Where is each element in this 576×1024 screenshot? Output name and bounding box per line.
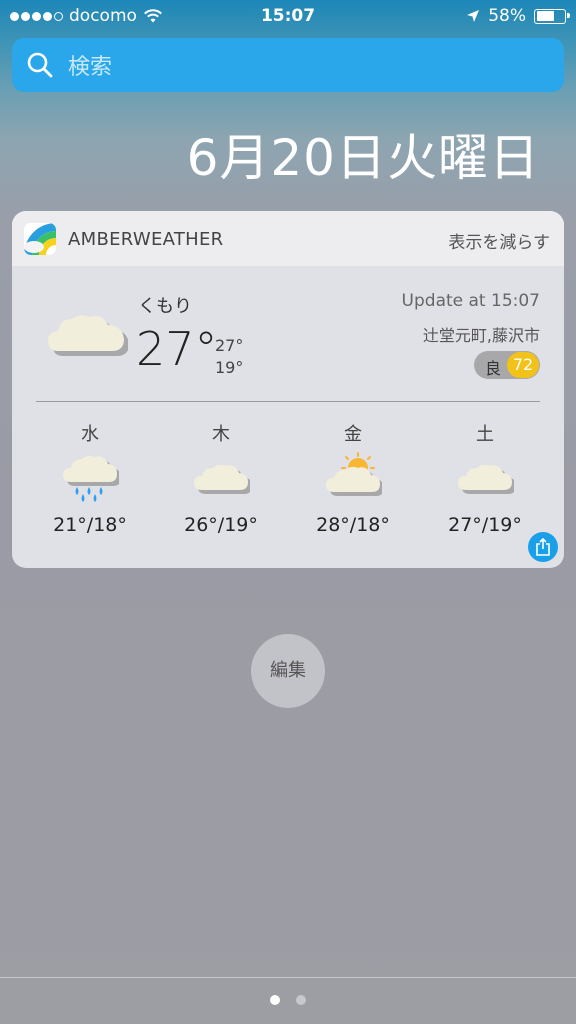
bottom-divider bbox=[0, 977, 576, 978]
forecast-day: 木 26°/19° bbox=[161, 420, 281, 536]
battery-icon bbox=[534, 8, 570, 24]
forecast-day-label: 木 bbox=[212, 424, 230, 445]
show-less-button[interactable]: 表示を減らす bbox=[448, 228, 550, 253]
cloud-icon bbox=[458, 464, 514, 494]
page-dot-active bbox=[270, 995, 280, 1005]
high-temperature: 27° bbox=[215, 336, 244, 355]
low-temperature: 19° bbox=[215, 358, 244, 377]
forecast-temps: 27°/19° bbox=[448, 514, 522, 536]
forecast-day-label: 金 bbox=[344, 424, 362, 445]
forecast-day: 土 27°/19° bbox=[425, 420, 545, 536]
share-icon bbox=[536, 538, 550, 556]
forecast-temps: 26°/19° bbox=[184, 514, 258, 536]
amberweather-app-icon bbox=[24, 223, 56, 255]
forecast-day: 水 21°/18° bbox=[30, 420, 150, 536]
widget-body: くもり 27° 27° 19° Update at 15:07 辻堂元町,藤沢市… bbox=[12, 266, 564, 568]
aqi-label: 良 bbox=[485, 359, 502, 378]
forecast-day: 金 28°/18° bbox=[293, 420, 413, 536]
forecast-temps: 28°/18° bbox=[316, 514, 390, 536]
forecast-day-label: 土 bbox=[476, 424, 494, 445]
search-placeholder: 検索 bbox=[68, 55, 113, 80]
current-condition: くもり bbox=[138, 296, 192, 317]
search-icon bbox=[27, 52, 53, 78]
date-header: 6月20日火曜日 bbox=[186, 129, 540, 187]
cloud-icon bbox=[194, 464, 250, 494]
battery-percent: 58% bbox=[488, 6, 526, 26]
share-button[interactable] bbox=[528, 532, 558, 562]
weather-widget[interactable]: AMBERWEATHER 表示を減らす くもり 27° 27° 19° Upda… bbox=[12, 211, 564, 568]
cloud-icon bbox=[48, 315, 128, 356]
widget-header: AMBERWEATHER 表示を減らす bbox=[12, 211, 564, 266]
forecast-temps: 21°/18° bbox=[53, 514, 127, 536]
current-temperature: 27° bbox=[136, 322, 218, 376]
edit-button[interactable]: 編集 bbox=[251, 634, 325, 708]
widget-divider bbox=[36, 401, 540, 402]
status-right: 58% bbox=[466, 6, 570, 26]
page-indicator[interactable] bbox=[0, 995, 576, 1005]
search-bar[interactable]: 検索 bbox=[12, 38, 564, 92]
location-arrow-icon bbox=[467, 10, 480, 22]
page-dot bbox=[296, 995, 306, 1005]
status-bar: docomo 15:07 58% bbox=[0, 0, 576, 34]
location-name: 辻堂元町,藤沢市 bbox=[422, 326, 540, 345]
partly-sunny-icon bbox=[326, 452, 382, 496]
widget-app-name: AMBERWEATHER bbox=[68, 229, 224, 250]
update-time: Update at 15:07 bbox=[401, 291, 540, 311]
aqi-value: 72 bbox=[507, 352, 539, 378]
air-quality-badge: 良 72 bbox=[474, 351, 540, 379]
rain-cloud-icon bbox=[63, 455, 119, 502]
forecast-day-label: 水 bbox=[81, 424, 99, 445]
